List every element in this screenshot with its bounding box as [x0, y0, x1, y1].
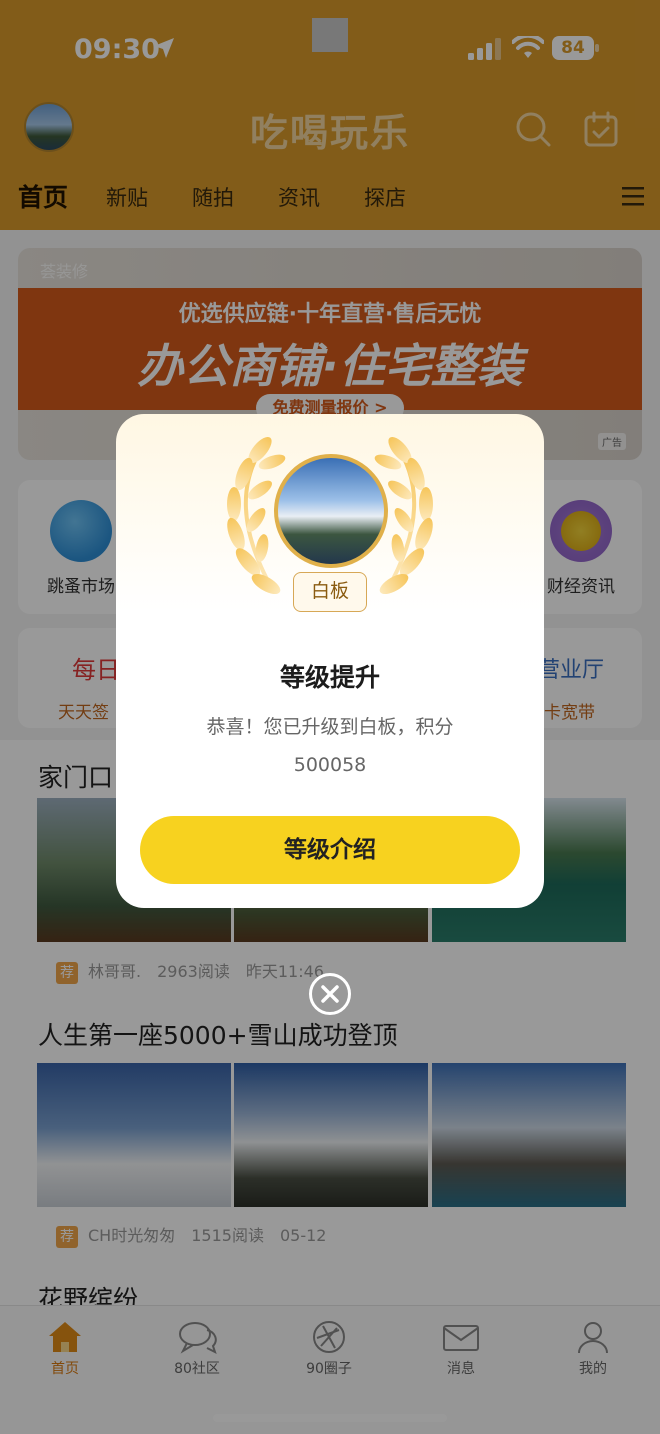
- level-up-dialog: 白板 等级提升 恭喜！您已升级到白板，积分 500058 等级介绍: [116, 414, 544, 908]
- dialog-points-value: 500058: [293, 754, 367, 776]
- close-dialog-button[interactable]: [309, 973, 351, 1015]
- level-badge: 白板: [293, 572, 367, 612]
- dialog-message-line1: 恭喜！您已升级到白板，积分: [206, 716, 454, 738]
- dialog-title: 等级提升: [279, 663, 380, 692]
- close-icon: [321, 985, 339, 1003]
- user-avatar-large: [274, 454, 388, 568]
- dialog-message: 恭喜！您已升级到白板，积分 500058: [116, 708, 544, 784]
- level-intro-button[interactable]: 等级介绍: [140, 816, 520, 884]
